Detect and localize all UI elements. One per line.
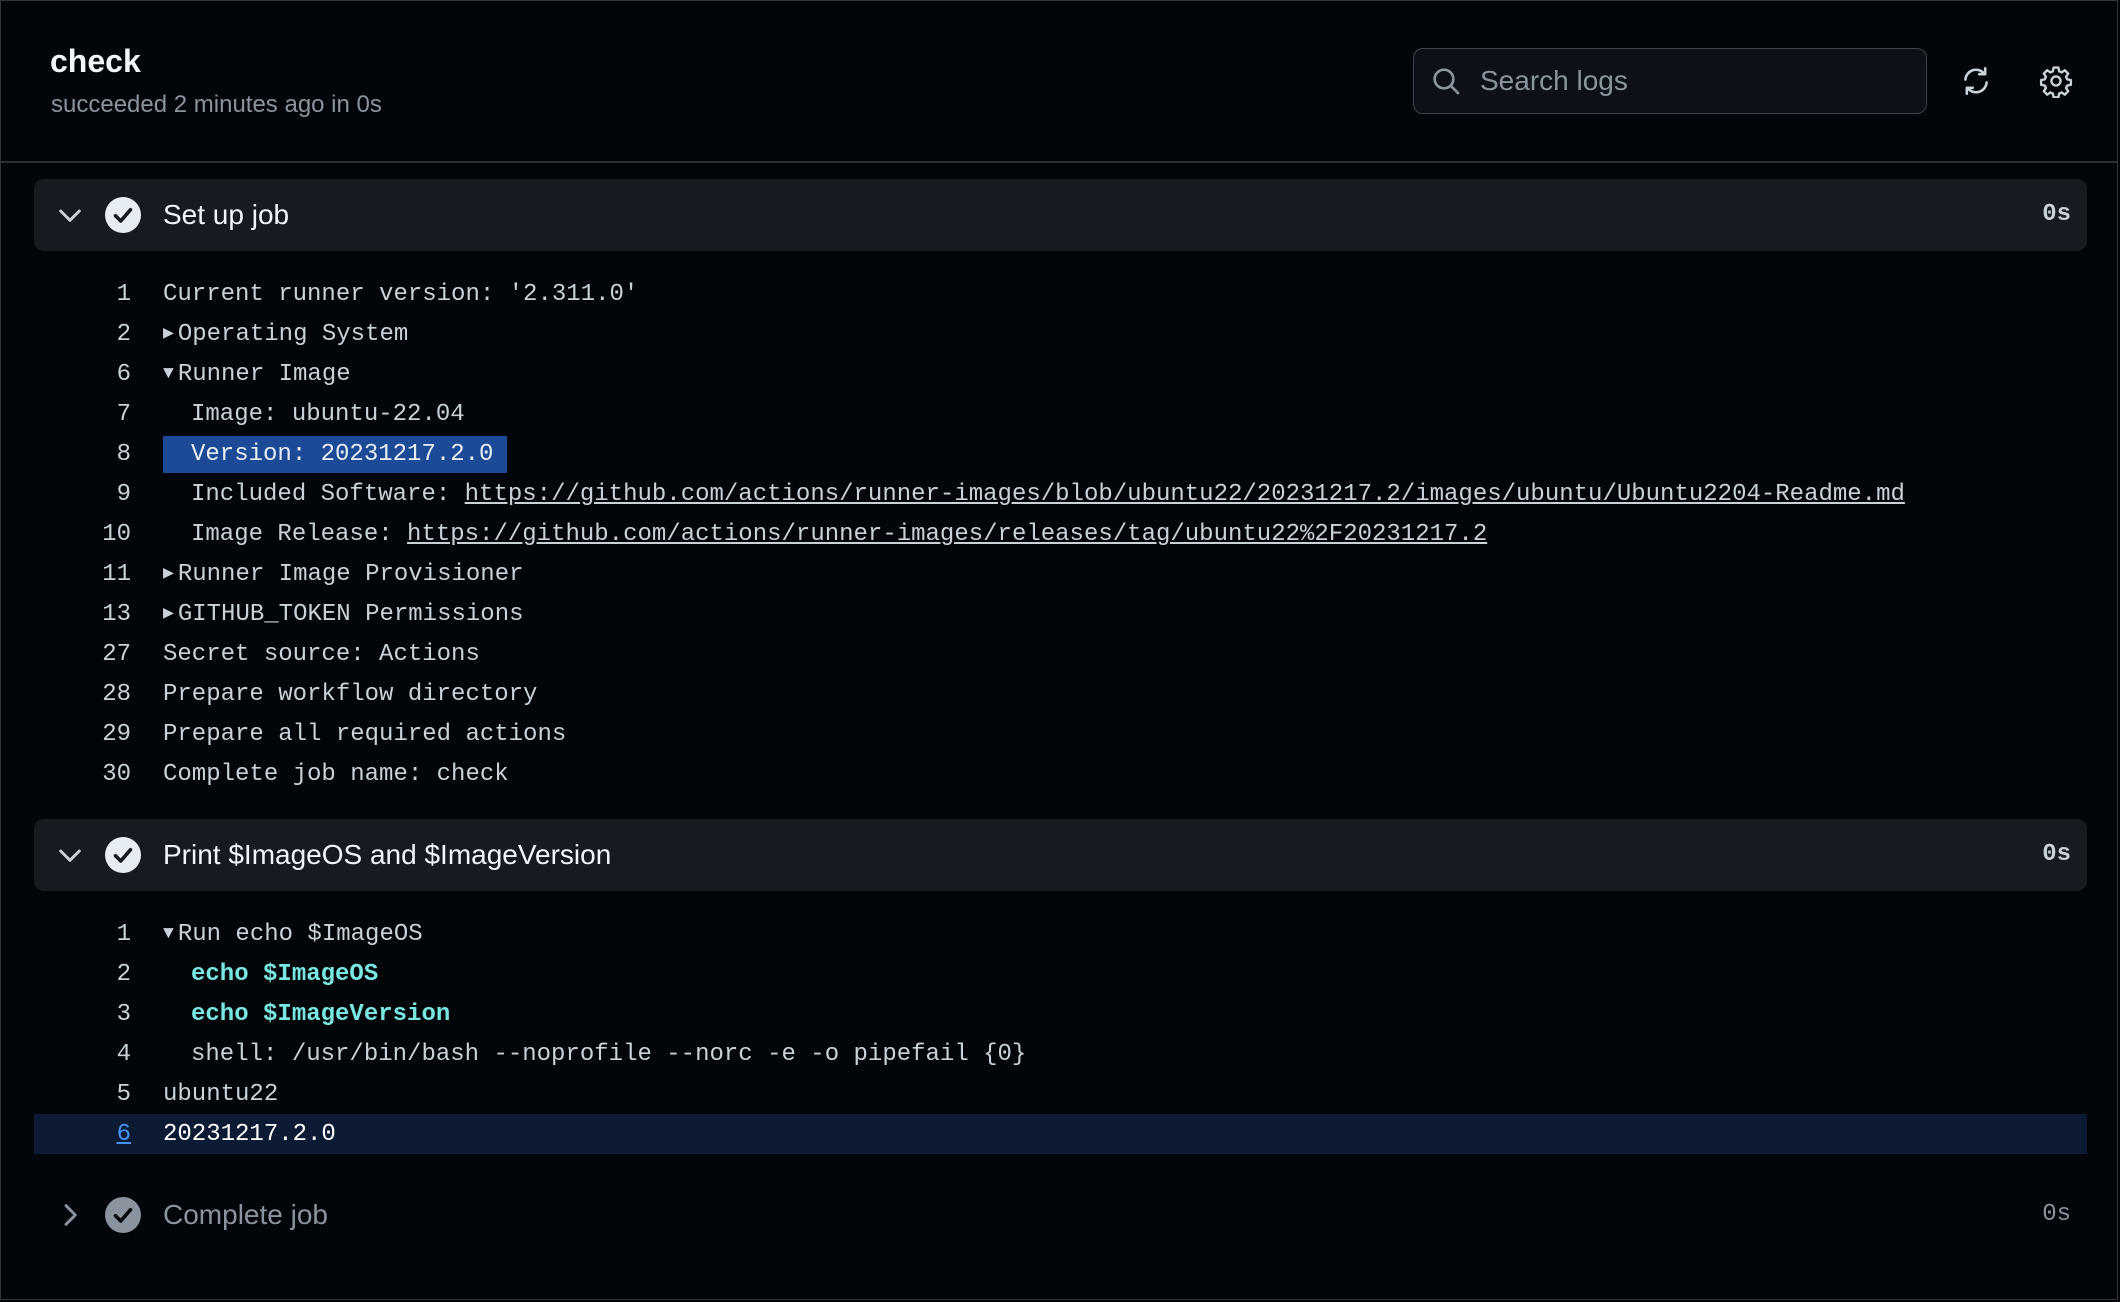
check-circle-icon (105, 837, 141, 873)
check-circle-icon (105, 197, 141, 233)
line-number[interactable]: 3 (34, 1001, 131, 1028)
log-text: Image: ubuntu-22.04 (191, 401, 465, 428)
log-text: Current runner version: '2.311.0' (163, 281, 639, 308)
job-status: succeeded 2 minutes ago in 0s (51, 91, 382, 118)
log-line: 5 ubuntu22 (34, 1074, 2087, 1114)
line-number[interactable]: 29 (34, 721, 131, 748)
readme-link[interactable]: https://github.com/actions/runner-images… (465, 481, 1905, 508)
log-text: Secret source: Actions (163, 641, 480, 668)
log-text: Prepare workflow directory (163, 681, 538, 708)
job-title: check (50, 43, 141, 79)
log-line[interactable]: 6 ▼ Runner Image (34, 354, 2087, 394)
log-line: 10 Image Release: https://github.com/act… (34, 514, 2087, 554)
log-text: Runner Image (177, 361, 351, 388)
log-text: Operating System (177, 321, 409, 348)
log-text: Run echo $ImageOS (177, 921, 423, 948)
search-logs-input[interactable] (1478, 49, 1912, 113)
job-header: check succeeded 2 minutes ago in 0s (1, 1, 2117, 163)
chevron-right-icon (64, 1204, 77, 1226)
line-number[interactable]: 11 (34, 561, 131, 588)
refresh-icon (1964, 66, 1988, 96)
log-text: Runner Image Provisioner (177, 561, 524, 588)
step-title: Set up job (163, 199, 290, 230)
step-print-image-vars[interactable]: Print $ImageOS and $ImageVersion 0s (34, 819, 2087, 891)
step-set-up-job[interactable]: Set up job 0s (34, 179, 2087, 251)
line-number[interactable]: 30 (34, 761, 131, 788)
settings-button[interactable] (2036, 61, 2076, 101)
log-line: 8 Version: 20231217.2.0 (34, 434, 2087, 474)
log-line: 29 Prepare all required actions (34, 714, 2087, 754)
log-text: 20231217.2.0 (163, 1121, 336, 1148)
line-number[interactable]: 4 (34, 1041, 131, 1068)
command-text: echo $ImageOS (191, 961, 379, 988)
log-line: 3 echo $ImageVersion (34, 994, 2087, 1034)
expand-triangle-icon[interactable]: ▶ (163, 604, 174, 624)
log-line: 1 Current runner version: '2.311.0' (34, 274, 2087, 314)
expand-triangle-icon[interactable]: ▶ (163, 564, 174, 584)
collapse-triangle-icon[interactable]: ▼ (163, 364, 174, 384)
log-line: 27 Secret source: Actions (34, 634, 2087, 674)
expand-triangle-icon[interactable]: ▶ (163, 324, 174, 344)
line-number[interactable]: 13 (34, 601, 131, 628)
line-number[interactable]: 8 (34, 441, 131, 468)
release-link[interactable]: https://github.com/actions/runner-images… (407, 521, 1487, 548)
line-number[interactable]: 1 (34, 921, 131, 948)
log-line[interactable]: 1 ▼ Run echo $ImageOS (34, 914, 2087, 954)
line-number[interactable]: 1 (34, 281, 131, 308)
selected-log-text: Version: 20231217.2.0 (163, 436, 508, 473)
step-complete-job[interactable]: Complete job 0s (34, 1179, 2087, 1251)
log-text: GITHUB_TOKEN Permissions (177, 601, 524, 628)
job-log-panel: check succeeded 2 minutes ago in 0s Set … (0, 0, 2118, 1300)
log-line: 4 shell: /usr/bin/bash --noprofile --nor… (34, 1034, 2087, 1074)
chevron-down-icon (59, 209, 81, 222)
line-number[interactable]: 6 (34, 361, 131, 388)
step-duration: 0s (2042, 1201, 2071, 1228)
log-line: 9 Included Software: https://github.com/… (34, 474, 2087, 514)
line-number[interactable]: 2 (34, 961, 131, 988)
gear-icon (2039, 66, 2073, 98)
log-text: Included Software: (191, 481, 465, 508)
line-number[interactable]: 10 (34, 521, 131, 548)
line-number[interactable]: 5 (34, 1081, 131, 1108)
step-duration: 0s (2042, 841, 2071, 868)
log-text: ubuntu22 (163, 1081, 279, 1108)
step-duration: 0s (2042, 201, 2071, 228)
line-number[interactable]: 27 (34, 641, 131, 668)
log-line: 30 Complete job name: check (34, 754, 2087, 794)
check-circle-icon (105, 1197, 141, 1233)
log-line[interactable]: 2 ▶ Operating System (34, 314, 2087, 354)
line-number-link[interactable]: 6 (34, 1121, 131, 1148)
chevron-down-icon (59, 849, 81, 862)
command-text: echo $ImageVersion (191, 1001, 451, 1028)
log-text: Image Release: (191, 521, 408, 548)
line-number[interactable]: 7 (34, 401, 131, 428)
log-line[interactable]: 13 ▶ GITHUB_TOKEN Permissions (34, 594, 2087, 634)
log-text: Prepare all required actions (163, 721, 567, 748)
search-icon (1433, 68, 1460, 95)
line-number[interactable]: 28 (34, 681, 131, 708)
log-text: Complete job name: check (163, 761, 509, 788)
refresh-button[interactable] (1956, 61, 1996, 101)
search-box[interactable] (1413, 48, 1927, 114)
log-text: shell: /usr/bin/bash --noprofile --norc … (191, 1041, 1027, 1068)
log-line: 7 Image: ubuntu-22.04 (34, 394, 2087, 434)
step-title: Print $ImageOS and $ImageVersion (163, 839, 612, 870)
step-title: Complete job (163, 1199, 328, 1230)
log-line[interactable]: 11 ▶ Runner Image Provisioner (34, 554, 2087, 594)
collapse-triangle-icon[interactable]: ▼ (163, 924, 174, 944)
line-number[interactable]: 2 (34, 321, 131, 348)
log-line-active: 6 20231217.2.0 (34, 1114, 2087, 1154)
log-line: 2 echo $ImageOS (34, 954, 2087, 994)
log-line: 28 Prepare workflow directory (34, 674, 2087, 714)
line-number[interactable]: 9 (34, 481, 131, 508)
